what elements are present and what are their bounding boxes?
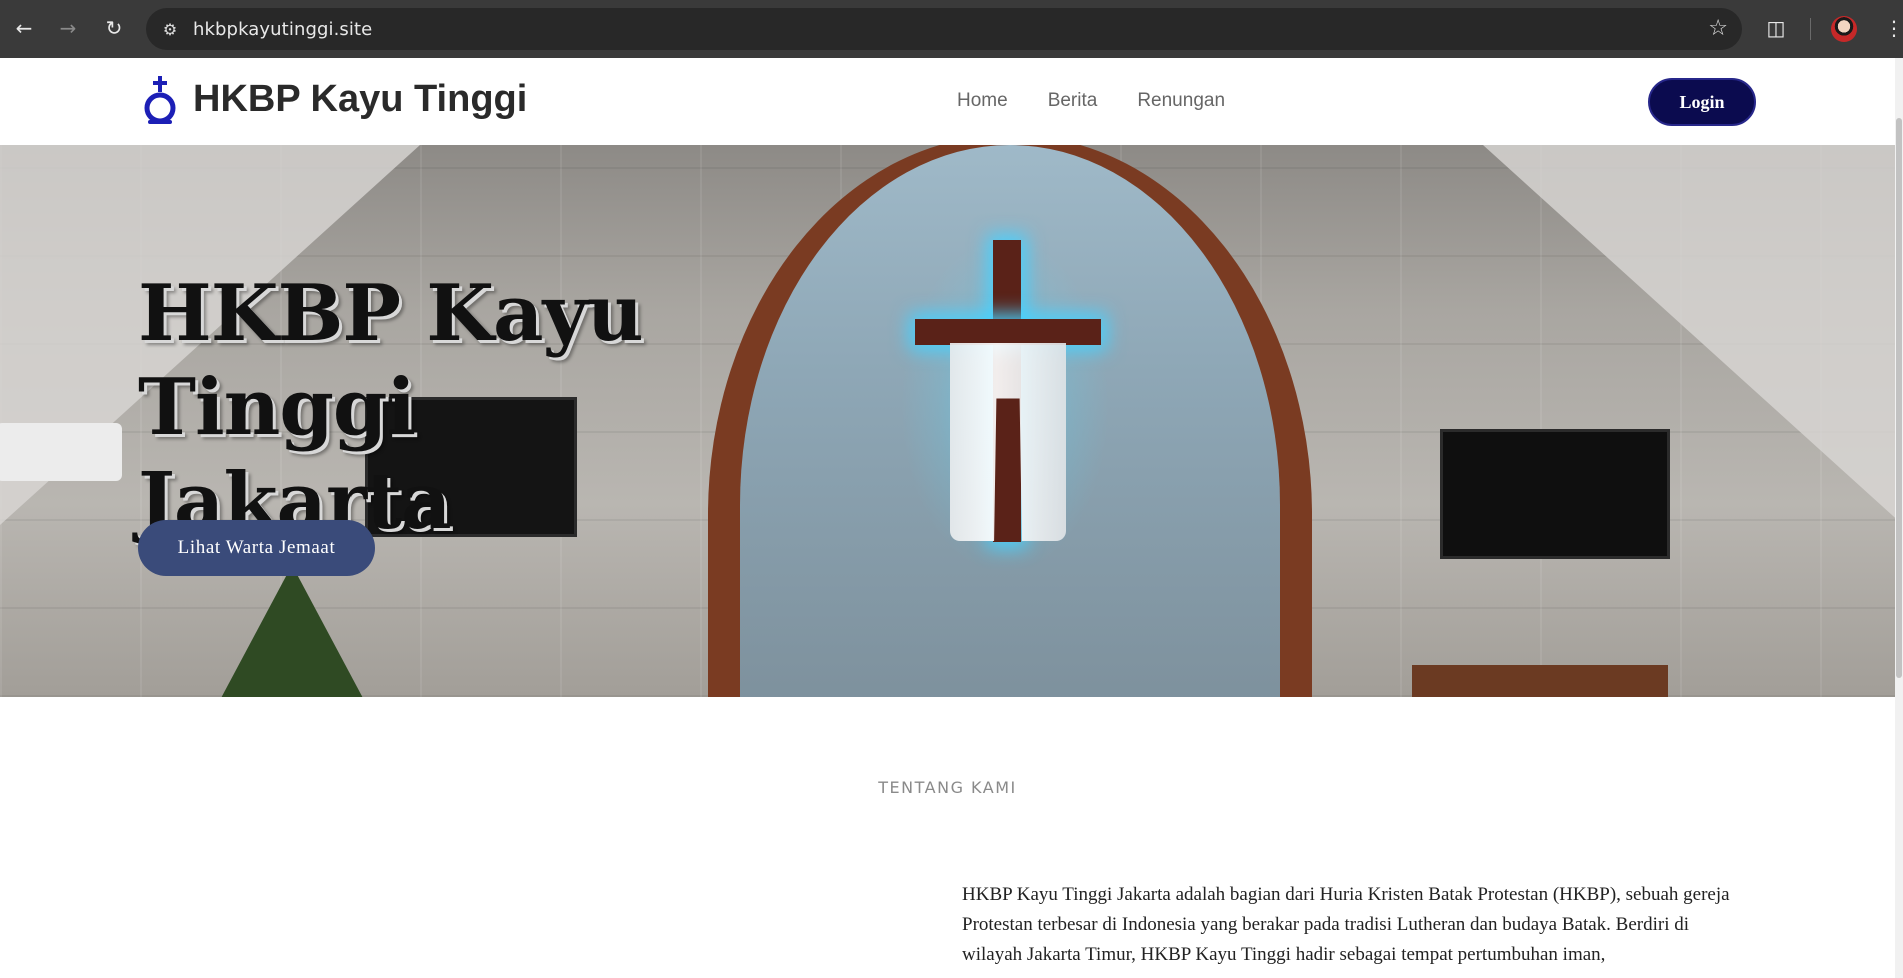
url-text[interactable]: hkbpkayutinggi.site	[193, 19, 372, 40]
hkbp-logo-icon[interactable]	[140, 74, 180, 126]
kebab-menu-icon[interactable]: ⋮	[1880, 14, 1903, 42]
warta-jemaat-button[interactable]: Lihat Warta Jemaat	[138, 520, 375, 576]
page-scrollbar[interactable]	[1895, 58, 1903, 978]
site-brand[interactable]: HKBP Kayu Tinggi	[193, 78, 527, 121]
section-label-about: TENTANG KAMI	[878, 778, 1017, 797]
back-icon[interactable]: ←	[10, 14, 38, 42]
tv-screen-right	[1440, 429, 1670, 559]
profile-avatar[interactable]	[1831, 16, 1857, 42]
nav-home[interactable]: Home	[957, 90, 1008, 112]
login-button[interactable]: Login	[1648, 78, 1756, 126]
site-info-icon[interactable]: ⚙	[158, 17, 182, 41]
forward-icon[interactable]: →	[54, 14, 82, 42]
main-nav: Home Berita Renungan	[957, 90, 1225, 112]
pulpit	[1412, 665, 1668, 697]
extensions-icon[interactable]: ◫	[1762, 14, 1790, 42]
about-paragraph: HKBP Kayu Tinggi Jakarta adalah bagian d…	[962, 884, 1730, 965]
scrollbar-thumb[interactable]	[1896, 118, 1902, 678]
site-header: HKBP Kayu Tinggi Home Berita Renungan Lo…	[0, 58, 1903, 145]
address-bar[interactable]: ⚙ hkbpkayutinggi.site ☆	[146, 8, 1742, 50]
hero-banner: HKBP Kayu Tinggi Jakarta Lihat Warta Jem…	[0, 145, 1903, 697]
toolbar-divider	[1810, 18, 1811, 40]
christmas-tree	[212, 565, 372, 697]
air-conditioner	[0, 423, 122, 481]
reload-icon[interactable]: ↻	[100, 14, 128, 42]
browser-toolbar: ← → ↻ ⚙ hkbpkayutinggi.site ☆ ◫ ⋮	[0, 0, 1903, 58]
nav-berita[interactable]: Berita	[1048, 90, 1098, 112]
bookmark-star-icon[interactable]: ☆	[1708, 16, 1728, 41]
cross-horizontal	[915, 319, 1101, 345]
nav-renungan[interactable]: Renungan	[1137, 90, 1225, 112]
hero-title: HKBP Kayu Tinggi Jakarta	[138, 268, 644, 547]
